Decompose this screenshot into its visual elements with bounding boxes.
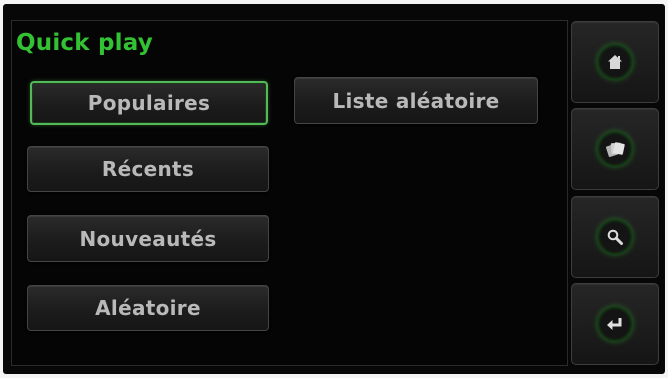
- browse-button[interactable]: [571, 108, 659, 190]
- recents-button[interactable]: Récents: [27, 146, 269, 192]
- aleatoire-button[interactable]: Aléatoire: [27, 285, 269, 331]
- device-frame: Quick play Populaires Récents Nouveautés…: [0, 0, 668, 378]
- enter-button[interactable]: [571, 283, 659, 365]
- nouveautes-button[interactable]: Nouveautés: [27, 215, 269, 262]
- populaires-button[interactable]: Populaires: [30, 81, 268, 125]
- search-button[interactable]: [571, 196, 659, 278]
- page-title: Quick play: [16, 30, 153, 56]
- liste-aleatoire-button[interactable]: Liste aléatoire: [294, 77, 538, 124]
- search-icon: [597, 219, 633, 255]
- home-icon: [597, 44, 633, 80]
- home-button[interactable]: [571, 21, 659, 103]
- enter-icon: [597, 306, 633, 342]
- cards-icon: [597, 131, 633, 167]
